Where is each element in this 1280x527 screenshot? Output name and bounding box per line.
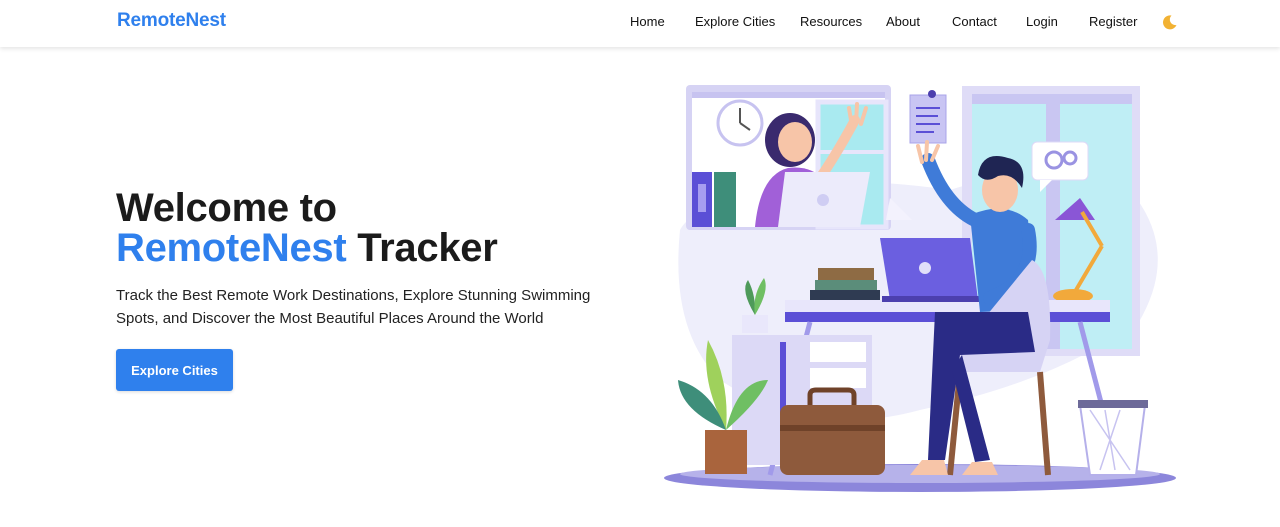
hero-illustration xyxy=(660,80,1180,500)
nav-explore-cities[interactable]: Explore Cities xyxy=(695,14,775,29)
moon-icon[interactable] xyxy=(1160,12,1180,32)
nav-register[interactable]: Register xyxy=(1089,14,1137,29)
hero-title-rest: Tracker xyxy=(357,226,498,270)
hero-title: Welcome to RemoteNest Tracker xyxy=(116,186,498,270)
hero-subtitle: Track the Best Remote Work Destinations,… xyxy=(116,287,591,327)
nav-resources[interactable]: Resources xyxy=(800,14,862,29)
nav-contact[interactable]: Contact xyxy=(952,14,997,29)
nav-home[interactable]: Home xyxy=(630,14,665,29)
brand-logo[interactable]: RemoteNest xyxy=(117,10,226,32)
hero-title-line1: Welcome to xyxy=(116,186,337,230)
top-navbar: RemoteNest Home Explore Cities Resources… xyxy=(0,0,1280,47)
explore-cities-button[interactable]: Explore Cities xyxy=(116,349,233,391)
nav-login[interactable]: Login xyxy=(1026,14,1058,29)
hero-title-accent: RemoteNest xyxy=(116,226,347,270)
nav-about[interactable]: About xyxy=(886,14,920,29)
